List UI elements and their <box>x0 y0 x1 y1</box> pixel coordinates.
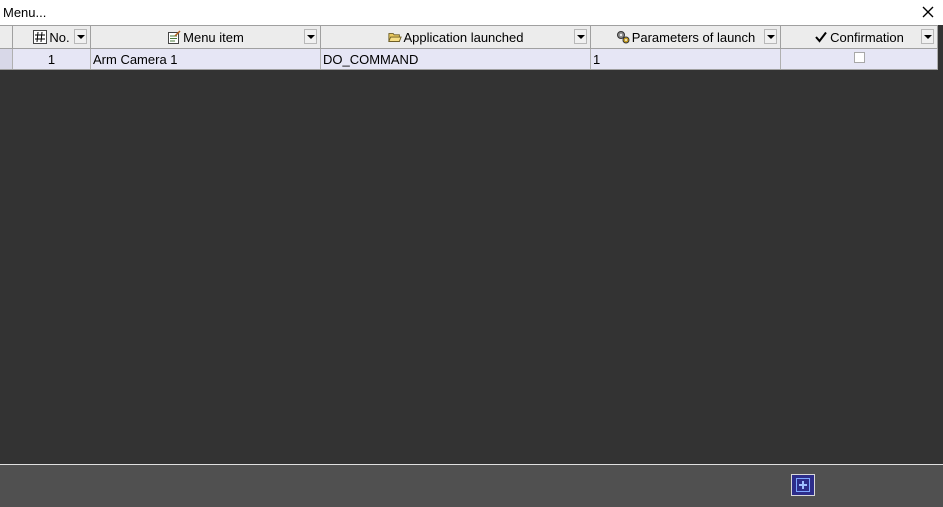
column-header-parameters[interactable]: Parameters of launch <box>591 26 781 48</box>
chevron-down-icon[interactable] <box>304 29 317 44</box>
menu-items-table: No. Menu item Application launched Param… <box>0 25 938 70</box>
column-header-no[interactable]: No. <box>13 26 91 48</box>
add-plus-icon <box>796 478 810 492</box>
chevron-down-icon[interactable] <box>574 29 587 44</box>
table-row[interactable]: 1 Arm Camera 1 DO_COMMAND 1 <box>0 49 938 70</box>
gears-icon <box>616 31 630 44</box>
chevron-down-icon[interactable] <box>74 29 87 44</box>
column-header-application[interactable]: Application launched <box>321 26 591 48</box>
chevron-down-icon[interactable] <box>921 29 934 44</box>
menu-edit-icon <box>168 30 181 44</box>
window-title: Menu... <box>3 5 47 20</box>
close-icon[interactable] <box>921 5 935 19</box>
row-selector[interactable] <box>0 49 13 69</box>
add-item-button[interactable] <box>791 474 815 496</box>
column-label-parameters: Parameters of launch <box>631 29 756 45</box>
cell-application[interactable]: DO_COMMAND <box>321 49 591 69</box>
confirmation-checkbox[interactable] <box>853 51 865 63</box>
column-label-confirmation: Confirmation <box>830 29 904 45</box>
column-label-no: No. <box>49 29 70 45</box>
column-label-menu-item: Menu item <box>183 29 244 45</box>
table-header: No. Menu item Application launched Param… <box>0 25 938 49</box>
folder-open-icon <box>387 33 402 42</box>
row-selector-header <box>0 26 13 48</box>
chevron-down-icon[interactable] <box>764 29 777 44</box>
column-header-menu-item[interactable]: Menu item <box>91 26 321 48</box>
hash-icon <box>33 30 48 44</box>
checkmark-icon <box>815 31 827 43</box>
cell-menu-item[interactable]: Arm Camera 1 <box>91 49 321 69</box>
cell-confirmation <box>781 49 938 69</box>
column-header-confirmation[interactable]: Confirmation <box>781 26 938 48</box>
cell-parameters[interactable]: 1 <box>591 49 781 69</box>
title-bar: Menu... <box>0 0 943 25</box>
column-label-application: Application launched <box>403 29 524 45</box>
footer-toolbar <box>0 465 943 507</box>
cell-no[interactable]: 1 <box>13 49 91 69</box>
